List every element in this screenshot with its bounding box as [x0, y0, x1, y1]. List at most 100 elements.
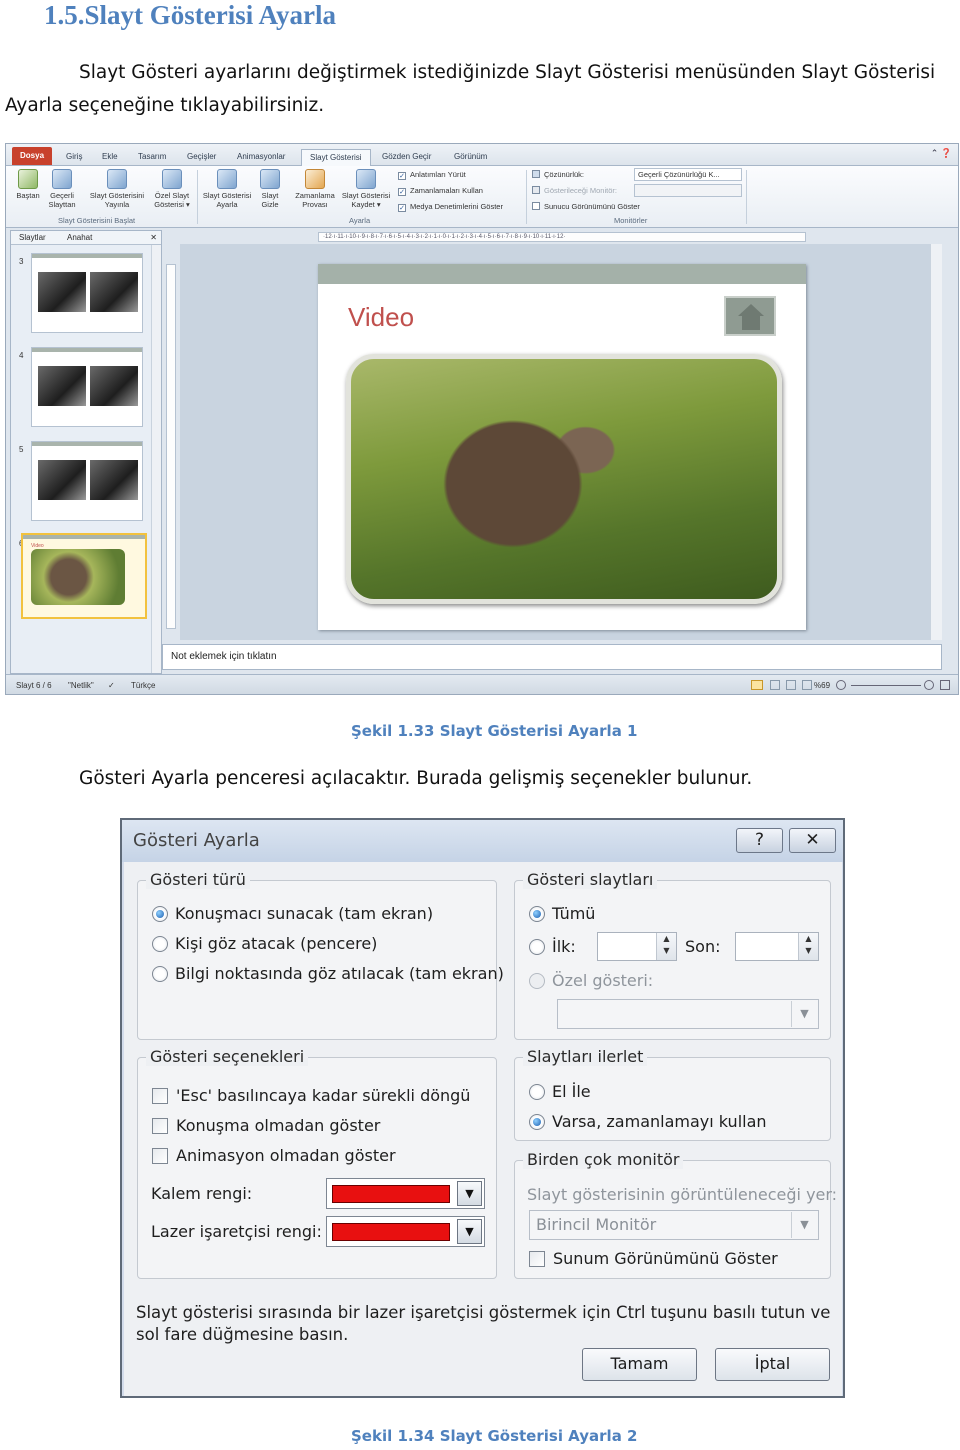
slide-thumbnail-5[interactable]: [31, 441, 143, 521]
notes-pane[interactable]: Not eklemek için tıklatın: [162, 644, 942, 670]
zoom-level[interactable]: %69: [814, 681, 830, 690]
custom-slide-show-button[interactable]: Özel Slayt Gösterisi ▾: [149, 169, 195, 209]
rehearse-timings-button[interactable]: Zamanlama Provası: [292, 169, 338, 209]
custom-show-radio[interactable]: Özel gösteri:: [529, 971, 653, 990]
tab-home[interactable]: Giriş: [58, 149, 90, 166]
tab-design[interactable]: Tasarım: [130, 149, 174, 166]
record-slide-show-button[interactable]: Slayt Gösterisi Kaydet ▾: [338, 169, 394, 209]
display-on-dropdown[interactable]: Birincil Monitör ▼: [529, 1210, 819, 1240]
check-label: Medya Denetimlerini Göster: [410, 202, 503, 211]
custom-show-dropdown[interactable]: ▼: [557, 999, 819, 1029]
home-icon[interactable]: [724, 296, 776, 336]
zoom-slider[interactable]: [851, 685, 921, 686]
thumb-bar: [32, 442, 142, 446]
show-without-narration-checkbox[interactable]: Konuşma olmadan göster: [152, 1116, 380, 1135]
show-on-dropdown[interactable]: [634, 184, 742, 197]
chevron-down-icon[interactable]: ▼: [457, 1219, 482, 1244]
slide-thumbnail-4[interactable]: [31, 347, 143, 427]
use-timings-radio[interactable]: Varsa, zamanlamayı kullan: [529, 1112, 767, 1131]
browsed-at-kiosk-radio[interactable]: Bilgi noktasında göz atılacak (tam ekran…: [152, 964, 504, 983]
presenter-view-checkbox[interactable]: Sunucu Görünümünü Göster: [532, 202, 640, 211]
ok-button[interactable]: Tamam: [582, 1348, 697, 1381]
help-button[interactable]: ?: [736, 828, 783, 853]
use-timings-checkbox[interactable]: ✓ Zamanlamaları Kullan: [398, 186, 483, 196]
chevron-down-icon: ▼: [791, 1212, 817, 1238]
set-up-slide-show-button[interactable]: Slayt Gösterisi Ayarla: [199, 169, 255, 209]
presenter-view-checkbox[interactable]: Sunum Görünümünü Göster: [529, 1249, 778, 1268]
normal-view-icon[interactable]: [751, 680, 763, 690]
presented-by-speaker-radio[interactable]: Konuşmacı sunacak (tam ekran): [152, 904, 433, 923]
thumb-image: [38, 272, 86, 312]
tab-transitions[interactable]: Geçişler: [179, 149, 224, 166]
tab-animations[interactable]: Animasyonlar: [229, 149, 293, 166]
spinner-arrows-icon[interactable]: ▲ ▼: [656, 933, 676, 960]
tab-slides[interactable]: Slaytlar: [19, 233, 46, 242]
zoom-in-icon[interactable]: [924, 680, 934, 690]
language[interactable]: Türkçe: [131, 681, 155, 690]
radio-disabled-icon: [529, 973, 545, 989]
play-icon: [18, 169, 38, 189]
spinner-arrows-icon[interactable]: ▲ ▼: [798, 933, 818, 960]
resolution-dropdown[interactable]: Geçerli Çözünürlüğü K...: [634, 168, 742, 181]
fit-to-window-icon[interactable]: [940, 680, 950, 690]
vertical-ruler: [166, 264, 176, 629]
horizontal-ruler: ·12·ı·11·ı·10·ı·9·ı·8·ı·7·ı·6·ı·5·ı·4·ı·…: [318, 232, 806, 242]
from-spinner[interactable]: ▲ ▼: [597, 932, 677, 961]
tab-outline[interactable]: Anahat: [67, 233, 92, 242]
from-current-slide-button[interactable]: Geçerli Slayttan: [42, 169, 82, 209]
manually-radio[interactable]: El İle: [529, 1082, 591, 1101]
editor-scrollbar[interactable]: [930, 244, 942, 640]
browsed-by-individual-radio[interactable]: Kişi göz atacak (pencere): [152, 934, 377, 953]
show-without-animation-checkbox[interactable]: Animasyon olmadan göster: [152, 1146, 396, 1165]
close-button[interactable]: ✕: [789, 828, 836, 853]
to-spinner[interactable]: ▲ ▼: [735, 932, 819, 961]
pane-scrollbar[interactable]: [151, 245, 161, 673]
thumb-image: [90, 366, 138, 406]
set-up-show-dialog: Gösteri Ayarla ? ✕ Gösteri türü Konuşmac…: [120, 818, 845, 1398]
cancel-button[interactable]: İptal: [715, 1348, 830, 1381]
pen-color-swatch: [332, 1185, 450, 1203]
setup-show-icon: [217, 169, 237, 189]
play-narrations-checkbox[interactable]: ✓ Anlatımları Yürüt: [398, 170, 466, 180]
spell-check-icon[interactable]: ✓: [108, 681, 115, 690]
hide-slide-button[interactable]: Slayt Gizle: [254, 169, 286, 209]
zoom-out-icon[interactable]: [836, 680, 846, 690]
loop-continuously-checkbox[interactable]: 'Esc' basılıncaya kadar sürekli döngü: [152, 1086, 470, 1105]
slide-title: Video: [348, 302, 415, 332]
show-on-label: Gösterileceği Monitör:: [532, 186, 617, 195]
option-label: Konuşmacı sunacak (tam ekran): [175, 904, 434, 923]
laser-color-picker[interactable]: ▼: [326, 1216, 485, 1247]
button-label: Slayt Gösterisi: [202, 191, 252, 200]
from-radio[interactable]: İlk:: [529, 937, 576, 956]
all-slides-radio[interactable]: Tümü: [529, 904, 595, 923]
chevron-down-icon[interactable]: ▼: [457, 1181, 482, 1206]
slide-counter: Slayt 6 / 6: [16, 681, 52, 690]
slide-thumbnail-3[interactable]: [31, 253, 143, 333]
option-label: Animasyon olmadan göster: [176, 1146, 396, 1165]
option-label: Özel gösteri:: [552, 971, 654, 990]
show-type-group: Gösteri türü Konuşmacı sunacak (tam ekra…: [137, 870, 504, 1040]
current-slide[interactable]: Video: [318, 264, 806, 630]
slide-thumbnail-6[interactable]: Video: [21, 533, 147, 619]
group-label: Gösteri seçenekleri: [146, 1047, 309, 1066]
video-frame[interactable]: [346, 354, 782, 604]
tab-file[interactable]: Dosya: [12, 147, 53, 165]
slide-sorter-icon[interactable]: [770, 680, 780, 690]
window-controls[interactable]: ⌃ ❓: [931, 148, 952, 159]
slide-editor: Video: [180, 244, 942, 640]
radio-icon: [152, 966, 168, 982]
tab-review[interactable]: Gözden Geçir: [374, 149, 439, 166]
slide-show-icon[interactable]: [802, 680, 812, 690]
broadcast-slide-show-button[interactable]: Slayt Gösterisini Yayınla: [86, 169, 148, 209]
tab-insert[interactable]: Ekle: [94, 149, 126, 166]
pen-color-picker[interactable]: ▼: [326, 1178, 485, 1209]
tab-slide-show[interactable]: Slayt Gösterisi: [301, 149, 371, 166]
show-media-controls-checkbox[interactable]: ✓ Medya Denetimlerini Göster: [398, 202, 503, 212]
close-icon[interactable]: ✕: [150, 233, 157, 242]
option-label: Bilgi noktasında göz atılacak (tam ekran…: [175, 964, 504, 983]
group-label-setup: Ayarla: [349, 216, 371, 225]
checkbox-icon: [152, 1118, 168, 1134]
reading-view-icon[interactable]: [786, 680, 796, 690]
tab-view[interactable]: Görünüm: [446, 149, 495, 166]
group-label: Birden çok monitör: [523, 1150, 684, 1169]
